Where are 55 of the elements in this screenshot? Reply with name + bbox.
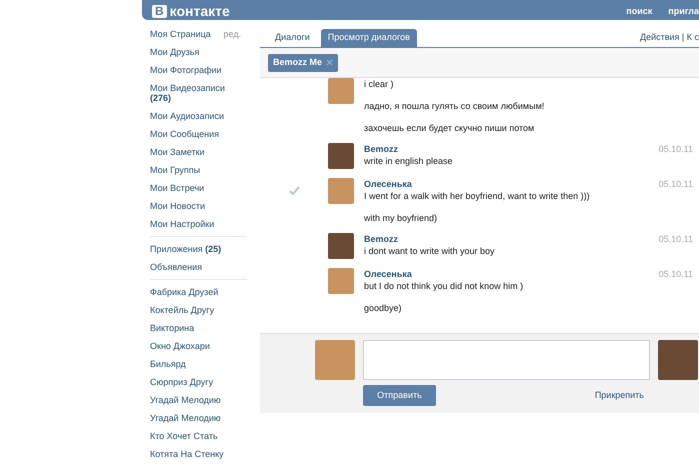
- message-text: i dont want to write with your boy: [364, 245, 496, 257]
- sidebar-link[interactable]: Мои Группы: [150, 165, 200, 175]
- message-text: write in english please: [364, 155, 454, 167]
- sidebar-link[interactable]: Мои Сообщения: [150, 129, 219, 139]
- sidebar-link[interactable]: Котята На Стенку: [150, 449, 224, 459]
- message-text: ладно, я пошла гулять со своим любимым!: [364, 100, 546, 112]
- sidebar-link[interactable]: Мои Друзья: [150, 47, 200, 57]
- logo-badge: В: [152, 4, 167, 18]
- sidebar-link[interactable]: Моя Страница: [150, 29, 211, 39]
- sidebar-link[interactable]: Угадай Мелодию: [150, 395, 221, 405]
- sidebar-link[interactable]: Мои Видеозаписи (276): [150, 83, 247, 103]
- sidebar-link[interactable]: Бильярд: [150, 359, 186, 369]
- logo-text: контакте: [170, 4, 230, 18]
- author-name[interactable]: Олесенька: [364, 178, 659, 190]
- sidebar-link[interactable]: Мои Новости: [150, 201, 205, 211]
- sidebar-link[interactable]: Объявления: [150, 262, 202, 272]
- sidebar-link[interactable]: Мои Настройки: [150, 219, 214, 229]
- author-name[interactable]: Олесенька: [364, 268, 659, 280]
- sidebar-link[interactable]: Мои Аудиозаписи: [150, 111, 224, 121]
- sidebar-link[interactable]: Коктейль Другу: [150, 305, 214, 315]
- message-date: 05.10.11: [658, 233, 694, 246]
- author-name[interactable]: Bemozz: [364, 143, 659, 155]
- tab[interactable]: Диалоги: [268, 29, 317, 47]
- sidebar-link[interactable]: Мои Заметки: [150, 147, 205, 157]
- sidebar-link[interactable]: Мои Фотографии: [150, 65, 222, 75]
- check-icon[interactable]: [288, 186, 300, 195]
- avatar-photo: [658, 340, 698, 380]
- avatar-photo: [315, 340, 355, 380]
- message-text: I went for a walk with her boyfriend, want to write then ))): [364, 190, 591, 202]
- message-input[interactable]: [363, 340, 650, 380]
- actions-link[interactable]: Действия | К с: [640, 30, 699, 47]
- sidebar-link[interactable]: Окно Джохари: [150, 341, 210, 351]
- message-text: with my boyfriend): [364, 212, 438, 224]
- sidebar-link[interactable]: Мои Встречи: [150, 183, 204, 193]
- nav-link[interactable]: поиск: [626, 4, 652, 18]
- sidebar-link[interactable]: Сюрприз Другу: [150, 377, 214, 387]
- message-date: 05.10.11: [658, 143, 694, 156]
- tab[interactable]: Просмотр диалогов: [320, 29, 417, 47]
- message-text: захочешь если будет скучно пиши потом: [364, 122, 536, 134]
- attach-link[interactable]: Прикрепить: [594, 388, 650, 402]
- message-text: i clear ): [364, 78, 395, 90]
- author-name[interactable]: Bemozz: [364, 233, 659, 245]
- message-date: 05.10.11: [658, 268, 694, 281]
- message-text: but I do not think you did not know him ): [364, 280, 524, 292]
- message-date: 05.10.11: [658, 178, 694, 191]
- sidebar-link[interactable]: Приложения (25): [150, 244, 222, 254]
- sidebar-link[interactable]: Викторина: [150, 323, 194, 333]
- sidebar-link[interactable]: Угадай Мелодию: [150, 413, 221, 423]
- sidebar-link[interactable]: Фабрика Друзей: [150, 287, 218, 297]
- recipient-chip[interactable]: Bemozz Me: [268, 54, 338, 72]
- sidebar-link[interactable]: Кто Хочет Стать: [150, 431, 218, 441]
- nav-link[interactable]: пригла: [668, 4, 699, 18]
- close-icon[interactable]: [326, 59, 334, 66]
- message-text: goodbye): [364, 302, 403, 314]
- send-button[interactable]: Отправить: [363, 385, 436, 406]
